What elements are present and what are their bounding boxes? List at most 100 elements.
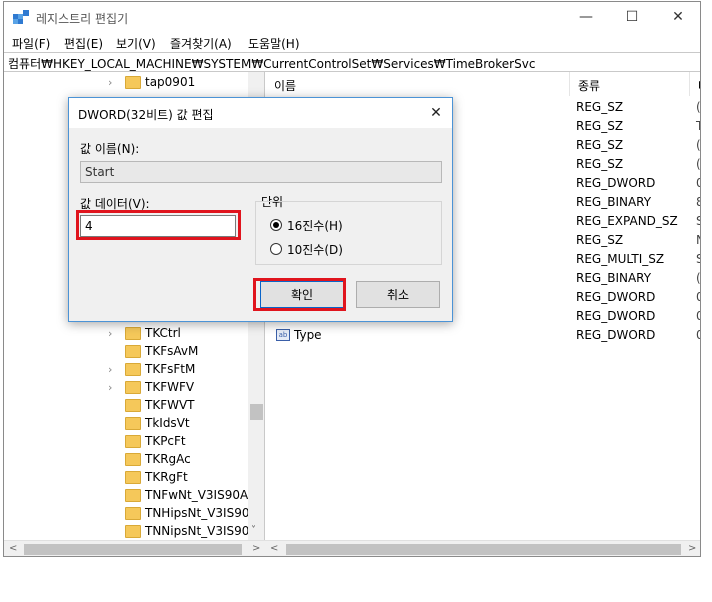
tree-item[interactable]: TNNipsNt_V3IS90A	[4, 523, 258, 540]
folder-icon	[125, 327, 141, 340]
column-header-data[interactable]: 데이터	[690, 72, 700, 96]
title-bar: 레지스트리 편집기 — ☐ ✕	[4, 2, 700, 32]
dword-value-icon: ab	[276, 329, 290, 341]
menu-file[interactable]: 파일(F)	[12, 35, 50, 52]
folder-icon	[125, 525, 141, 538]
row-data: 8	[696, 195, 700, 209]
tree-item[interactable]: › TKFWFV	[4, 379, 249, 397]
list-scroll-thumb[interactable]	[286, 544, 681, 555]
chevron-right-icon[interactable]: ›	[108, 327, 118, 340]
row-type: REG_DWORD	[576, 176, 656, 190]
row-data: (	[696, 100, 701, 114]
row-type: REG_EXPAND_SZ	[576, 214, 678, 228]
value-data-highlight	[76, 210, 241, 240]
row-data: T	[696, 119, 700, 133]
scroll-down-icon[interactable]: ˅	[251, 525, 256, 536]
tree-item-label: TKFsAvM	[145, 344, 199, 358]
tree-item-label: TNHipsNt_V3IS90A	[145, 506, 258, 520]
tree-item[interactable]: › TKCtrl	[4, 325, 249, 343]
row-data: 0	[696, 309, 700, 323]
chevron-right-icon[interactable]: ›	[108, 381, 118, 394]
tree-item[interactable]: TNHipsNt_V3IS90A	[4, 505, 258, 523]
address-bar[interactable]: 컴퓨터₩HKEY_LOCAL_MACHINE₩SYSTEM₩CurrentCon…	[4, 52, 700, 72]
tree-item[interactable]: TKFWVT	[4, 397, 249, 415]
table-row[interactable]: ab Type REG_DWORD 0	[266, 326, 700, 345]
folder-icon	[125, 453, 141, 466]
row-data: S	[696, 214, 700, 228]
base-groupbox	[255, 201, 442, 265]
row-type: REG_SZ	[576, 138, 624, 152]
scroll-right-icon[interactable]: >	[688, 543, 696, 554]
tree-item-label: TKPcFt	[145, 434, 186, 448]
tree-item[interactable]: TKFsAvM	[4, 343, 249, 361]
folder-icon	[125, 76, 141, 89]
row-type: REG_BINARY	[576, 195, 652, 209]
row-data: S	[696, 252, 700, 266]
dialog-close-button[interactable]: ✕	[420, 98, 452, 128]
row-data: N	[696, 233, 700, 247]
row-data: (	[696, 138, 701, 152]
tree-item-label: TKRgAc	[145, 452, 191, 466]
edit-dword-dialog: DWORD(32비트) 값 편집 ✕ 값 이름(N): Start 값 데이터(…	[68, 97, 453, 322]
scroll-left-icon[interactable]: <	[9, 543, 17, 554]
folder-icon	[125, 489, 141, 502]
row-type: REG_SZ	[576, 119, 624, 133]
tree-item[interactable]: TKRgFt	[4, 469, 249, 487]
tree-item[interactable]: TKRgAc	[4, 451, 249, 469]
menu-edit[interactable]: 편집(E)	[64, 35, 103, 52]
row-type: REG_SZ	[576, 100, 624, 114]
horizontal-scrollbar[interactable]: < > < >	[4, 540, 700, 556]
decimal-radio[interactable]	[270, 243, 282, 255]
column-header-name[interactable]: 이름	[266, 72, 570, 96]
tree-item[interactable]: › TKFsFtM	[4, 361, 249, 379]
scroll-right-icon[interactable]: >	[252, 543, 260, 554]
value-name-field: Start	[80, 161, 442, 183]
folder-icon	[125, 417, 141, 430]
menu-view[interactable]: 보기(V)	[116, 35, 156, 52]
scroll-thumb[interactable]	[250, 404, 263, 420]
window-title: 레지스트리 편집기	[36, 12, 129, 26]
decimal-radio-label[interactable]: 10진수(D)	[287, 241, 343, 258]
scroll-left-icon[interactable]: <	[270, 543, 278, 554]
tree-item[interactable]: TNFwNt_V3IS90AS	[4, 487, 256, 505]
folder-icon	[125, 435, 141, 448]
tree-item[interactable]: › tap0901	[4, 74, 249, 92]
row-type: REG_DWORD	[576, 328, 656, 342]
row-data: (	[696, 157, 701, 171]
hex-radio-label[interactable]: 16진수(H)	[287, 217, 343, 234]
registry-editor-app-icon	[13, 10, 29, 24]
folder-icon	[125, 507, 141, 520]
row-type: REG_SZ	[576, 233, 624, 247]
cancel-button[interactable]: 취소	[356, 281, 440, 308]
ok-button-highlight	[253, 278, 346, 311]
row-type: REG_DWORD	[576, 290, 656, 304]
minimize-button[interactable]: —	[563, 2, 609, 32]
tree-item[interactable]: TkIdsVt	[4, 415, 249, 433]
column-header-type[interactable]: 종류	[570, 72, 690, 96]
row-type: REG_DWORD	[576, 309, 656, 323]
tree-scroll-thumb[interactable]	[24, 544, 242, 555]
folder-icon	[125, 345, 141, 358]
chevron-right-icon[interactable]: ›	[108, 363, 118, 376]
tree-item-label: tap0901	[145, 75, 196, 89]
row-data: 0	[696, 176, 700, 190]
chevron-right-icon[interactable]: ›	[108, 76, 118, 89]
tree-item[interactable]: TKPcFt	[4, 433, 249, 451]
tree-item-label: TKCtrl	[145, 326, 181, 340]
tree-item-label: TkIdsVt	[145, 416, 190, 430]
row-type: REG_MULTI_SZ	[576, 252, 665, 266]
maximize-button[interactable]: ☐	[609, 2, 655, 32]
close-button[interactable]: ✕	[655, 2, 700, 32]
hex-radio[interactable]	[270, 219, 282, 231]
row-data: 0	[696, 328, 700, 342]
row-type: REG_BINARY	[576, 271, 652, 285]
dialog-title: DWORD(32비트) 값 편집	[78, 108, 214, 122]
row-data: 0	[696, 290, 700, 304]
tree-item-label: TKFWFV	[145, 380, 195, 394]
tree-item-label: TKFsFtM	[145, 362, 196, 376]
tree-item-label: TKRgFt	[145, 470, 188, 484]
menu-help[interactable]: 도움말(H)	[248, 35, 300, 52]
row-type: REG_SZ	[576, 157, 624, 171]
menu-favorites[interactable]: 즐겨찾기(A)	[170, 35, 232, 52]
menu-bar: 파일(F) 편집(E) 보기(V) 즐겨찾기(A) 도움말(H)	[4, 32, 700, 52]
